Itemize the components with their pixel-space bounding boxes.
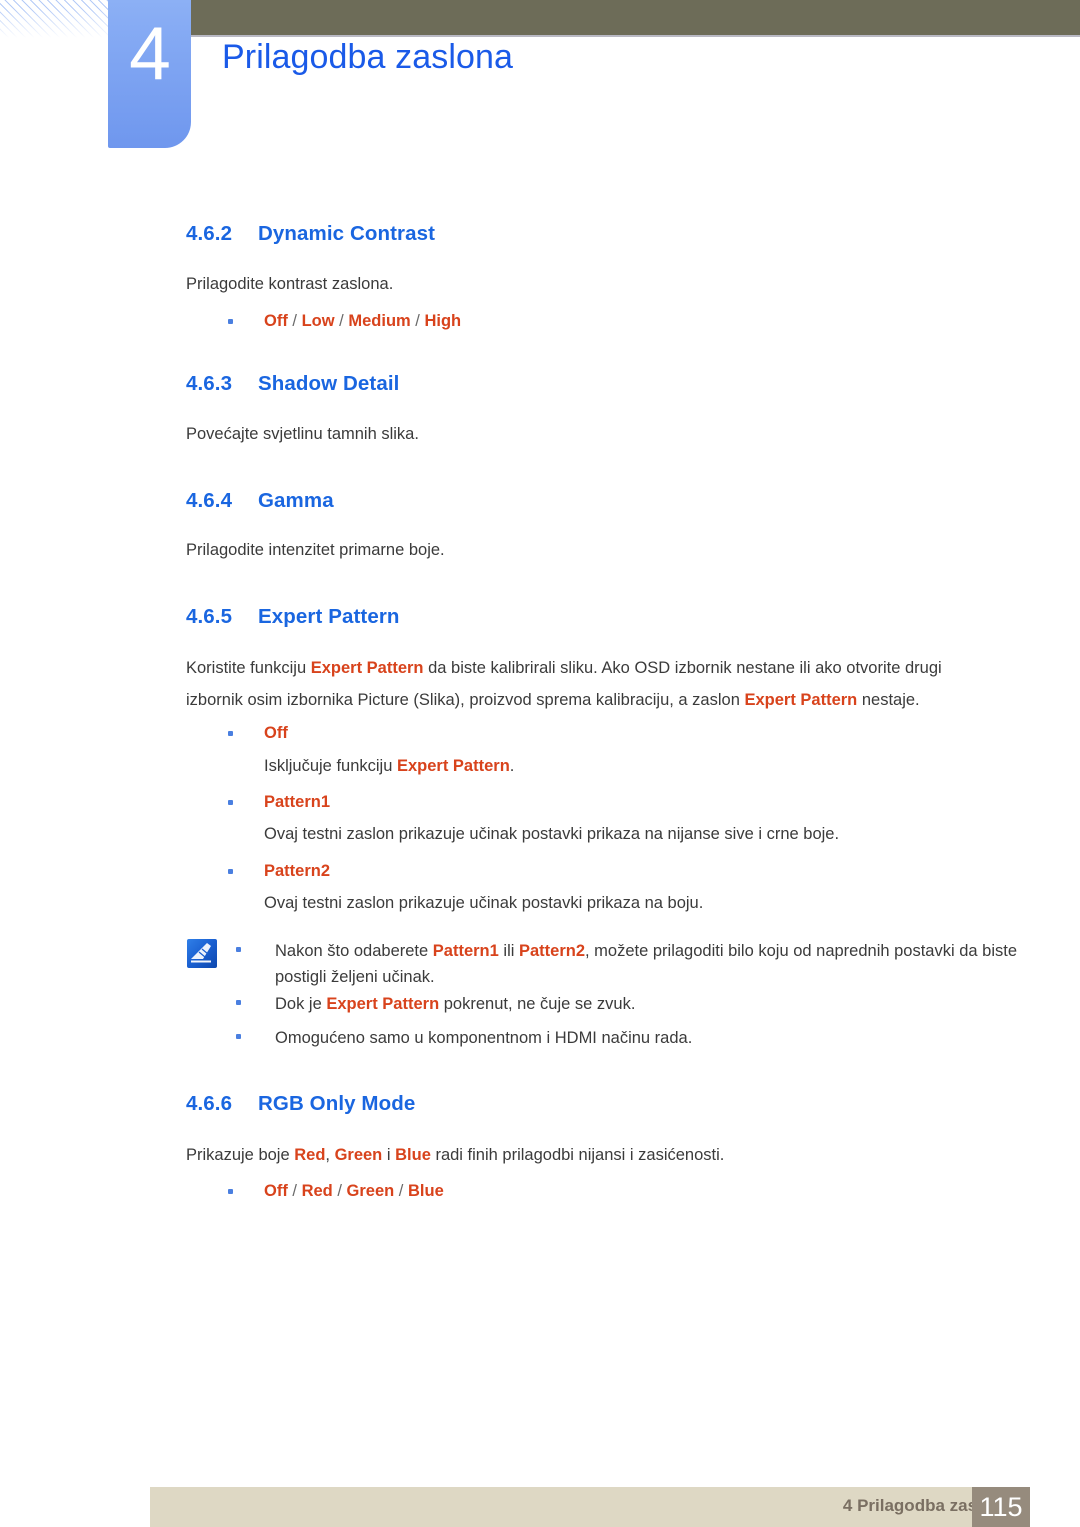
option-separator: / — [394, 1182, 408, 1200]
option-low: Low — [301, 312, 335, 330]
bullet-dot-icon — [228, 1189, 233, 1194]
option-separator: / — [287, 1182, 302, 1200]
bullet-dot-icon — [236, 947, 241, 952]
highlight-blue: Blue — [395, 1146, 431, 1164]
expert-pattern-item-off: Off — [228, 722, 288, 745]
section-heading-dynamic-contrast: 4.6.2 Dynamic Contrast — [186, 222, 435, 246]
section-title: Gamma — [258, 489, 334, 512]
option-red: Red — [301, 1182, 333, 1200]
chapter-title: Prilagodba zaslona — [222, 38, 513, 76]
chapter-number: 4 — [129, 11, 171, 95]
item-label-pattern1: Pattern1 — [264, 793, 331, 811]
rgb-only-options: Off / Red / Green / Blue — [228, 1180, 444, 1203]
section-title: Shadow Detail — [258, 372, 400, 395]
option-separator: / — [332, 1182, 347, 1200]
option-green: Green — [346, 1182, 395, 1200]
text-fragment: Dok je — [275, 995, 327, 1013]
highlight-pattern2: Pattern2 — [518, 942, 586, 960]
expert-pattern-item-pattern2: Pattern2 — [228, 860, 330, 883]
option-off: Off — [264, 1182, 288, 1200]
option-separator: / — [334, 312, 349, 330]
highlight-red: Red — [294, 1146, 326, 1164]
dynamic-contrast-description: Prilagodite kontrast zaslona. — [186, 275, 394, 293]
option-high: High — [424, 312, 462, 330]
option-separator: / — [410, 312, 425, 330]
note-row: Dok je Expert Pattern pokrenut, ne čuje … — [236, 991, 1026, 1017]
section-number: 4.6.4 — [186, 489, 233, 512]
text-fragment: Koristite funkciju — [186, 659, 311, 677]
section-title: Expert Pattern — [258, 605, 400, 628]
text-fragment: radi finih prilagodbi nijansi i zasićeno… — [430, 1146, 725, 1164]
page-number: 115 — [972, 1487, 1030, 1527]
bullet-dot-icon — [228, 800, 233, 805]
gamma-description: Prilagodite intenzitet primarne boje. — [186, 541, 445, 559]
section-number: 4.6.6 — [186, 1092, 233, 1115]
section-heading-rgb-only-mode: 4.6.6 RGB Only Mode — [186, 1092, 415, 1116]
highlight-expert-pattern: Expert Pattern — [744, 691, 858, 710]
option-off: Off — [264, 312, 288, 330]
page-header: 4 Prilagodba zaslona — [0, 0, 1080, 190]
expert-pattern-pattern1-description: Ovaj testni zaslon prikazuje učinak post… — [264, 825, 840, 843]
note-row: Omogućeno samo u komponentnom i HDMI nač… — [236, 1025, 1026, 1051]
expert-pattern-off-description: Isključuje funkciju Expert Pattern. — [264, 755, 514, 778]
section-number: 4.6.2 — [186, 222, 233, 245]
text-fragment: nestaje. — [857, 691, 920, 710]
chapter-tab: 4 — [108, 0, 191, 148]
section-title: RGB Only Mode — [258, 1092, 416, 1115]
section-number: 4.6.5 — [186, 605, 233, 628]
decorative-hatch-pattern — [0, 0, 110, 38]
expert-pattern-pattern2-description: Ovaj testni zaslon prikazuje učinak post… — [264, 894, 704, 912]
expert-pattern-item-pattern1: Pattern1 — [228, 791, 330, 814]
bullet-dot-icon — [228, 869, 233, 874]
section-title: Dynamic Contrast — [258, 222, 436, 245]
text-fragment: Prikazuje boje — [186, 1146, 295, 1164]
header-olive-bar — [190, 0, 1080, 35]
highlight-expert-pattern: Expert Pattern — [396, 757, 510, 775]
text-fragment: pokrenut, ne čuje se zvuk. — [439, 995, 636, 1013]
item-label-pattern2: Pattern2 — [264, 862, 331, 880]
bullet-dot-icon — [228, 731, 233, 736]
highlight-green: Green — [334, 1146, 383, 1164]
text-fragment: Isključuje funkciju — [264, 757, 397, 775]
text-fragment: . — [509, 757, 515, 775]
section-number: 4.6.3 — [186, 372, 233, 395]
section-heading-expert-pattern: 4.6.5 Expert Pattern — [186, 605, 400, 629]
text-fragment: ili — [498, 942, 519, 960]
text-fragment: , — [325, 1146, 335, 1164]
note-text: Omogućeno samo u komponentnom i HDMI nač… — [275, 1029, 693, 1047]
dynamic-contrast-options: Off / Low / Medium / High — [228, 310, 461, 333]
option-blue: Blue — [407, 1182, 444, 1200]
bullet-dot-icon — [236, 1000, 241, 1005]
note-pen-icon — [187, 939, 217, 968]
shadow-detail-description: Povećajte svjetlinu tamnih slika. — [186, 425, 419, 443]
text-fragment: Nakon što odaberete — [275, 942, 433, 960]
section-heading-shadow-detail: 4.6.3 Shadow Detail — [186, 372, 399, 396]
highlight-pattern1: Pattern1 — [432, 942, 499, 960]
item-label-off: Off — [264, 724, 288, 742]
bullet-dot-icon — [228, 319, 233, 324]
bullet-dot-icon — [236, 1034, 241, 1039]
highlight-expert-pattern: Expert Pattern — [326, 995, 440, 1013]
option-medium: Medium — [348, 312, 411, 330]
text-fragment: i — [382, 1146, 396, 1164]
highlight-expert-pattern: Expert Pattern — [310, 659, 424, 677]
rgb-only-description: Prikazuje boje Red, Green i Blue radi fi… — [186, 1143, 724, 1169]
header-underline — [190, 35, 1080, 37]
option-separator: / — [287, 312, 302, 330]
expert-pattern-description: Koristite funkciju Expert Pattern da bis… — [186, 652, 986, 716]
section-heading-gamma: 4.6.4 Gamma — [186, 489, 334, 513]
note-row: Nakon što odaberete Pattern1 ili Pattern… — [236, 938, 1026, 991]
